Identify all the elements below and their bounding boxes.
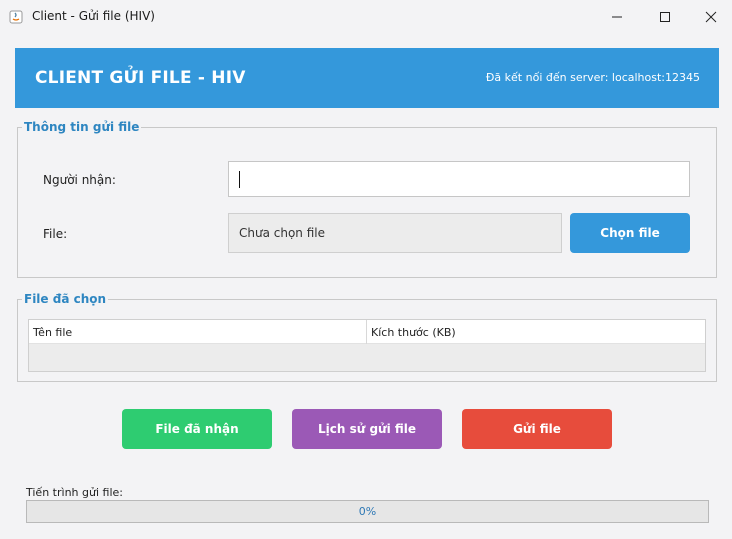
recipient-label: Người nhận: (43, 173, 116, 187)
window-titlebar: Client - Gửi file (HIV) (0, 0, 732, 34)
choose-file-button[interactable]: Chọn file (570, 213, 690, 253)
send-progress-bar: 0% (26, 500, 709, 523)
page-title: CLIENT GỬI FILE - HIV (35, 68, 246, 88)
window-title: Client - Gửi file (HIV) (32, 9, 155, 23)
text-caret (239, 171, 240, 188)
selected-files-legend: File đã chọn (22, 292, 109, 306)
send-history-button[interactable]: Lịch sử gửi file (292, 409, 442, 449)
selected-files-group: File đã chọn Tên file Kích thước (KB) (17, 292, 717, 382)
recipient-input[interactable] (228, 161, 690, 197)
send-file-button[interactable]: Gửi file (462, 409, 612, 449)
received-files-button[interactable]: File đã nhận (122, 409, 272, 449)
maximize-button[interactable] (642, 0, 688, 34)
column-header-file-size[interactable]: Kích thước (KB) (367, 320, 705, 344)
progress-label: Tiến trình gửi file: (26, 486, 123, 499)
file-label: File: (43, 227, 68, 241)
connection-status: Đã kết nối đến server: localhost:12345 (485, 71, 700, 84)
table-header: Tên file Kích thước (KB) (29, 320, 705, 344)
send-info-legend: Thông tin gửi file (22, 120, 142, 134)
minimize-icon (612, 16, 622, 18)
close-button[interactable] (688, 0, 732, 34)
column-header-file-name[interactable]: Tên file (29, 320, 367, 344)
selected-files-table[interactable]: Tên file Kích thước (KB) (28, 319, 706, 372)
header-banner: CLIENT GỬI FILE - HIV Đã kết nối đến ser… (15, 48, 719, 108)
progress-text: 0% (358, 505, 377, 518)
file-path-display: Chưa chọn file (228, 213, 562, 253)
close-icon (705, 11, 717, 23)
minimize-button[interactable] (594, 0, 640, 34)
maximize-icon (660, 12, 670, 22)
send-info-group: Thông tin gửi file Người nhận: File: Chư… (17, 120, 717, 278)
java-icon (9, 10, 23, 24)
